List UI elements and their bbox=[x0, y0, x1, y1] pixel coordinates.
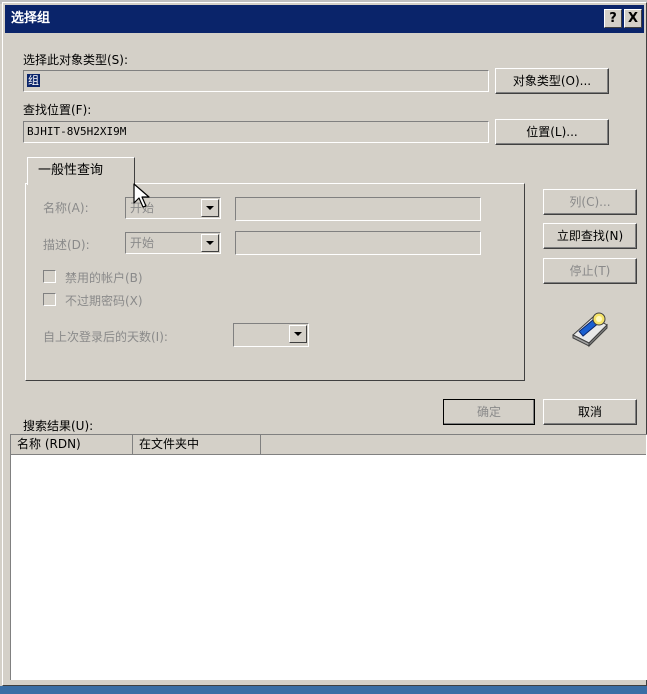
columns-button[interactable]: 列(C)... bbox=[543, 189, 637, 215]
tab-common-queries[interactable]: 一般性查询 bbox=[27, 157, 135, 185]
search-flashlight-icon bbox=[572, 312, 608, 348]
locations-button[interactable]: 位置(L)... bbox=[495, 119, 609, 145]
days-since-logon-label: 自上次登录后的天数(I): bbox=[43, 330, 168, 344]
desktop-strip bbox=[0, 686, 647, 694]
description-label: 描述(D): bbox=[43, 238, 90, 252]
disabled-accounts-label: 禁用的帐户(B) bbox=[65, 271, 143, 285]
non-expiring-password-label: 不过期密码(X) bbox=[65, 294, 143, 308]
chevron-down-icon bbox=[201, 234, 219, 252]
object-type-value: 组 bbox=[27, 74, 40, 87]
object-type-field: 组 bbox=[23, 70, 489, 92]
description-mode-value: 开始 bbox=[130, 236, 155, 250]
location-field: BJHIT-8V5H2XI9M bbox=[23, 121, 489, 143]
chevron-down-icon bbox=[201, 199, 219, 217]
column-header-filler bbox=[261, 435, 646, 455]
search-results-label: 搜索结果(U): bbox=[23, 419, 94, 433]
stop-button[interactable]: 停止(T) bbox=[543, 258, 637, 284]
location-label: 查找位置(F): bbox=[23, 103, 92, 117]
help-button[interactable]: ? bbox=[604, 9, 622, 28]
cancel-button[interactable]: 取消 bbox=[543, 399, 637, 425]
find-now-button[interactable]: 立即查找(N) bbox=[543, 223, 637, 249]
disabled-accounts-checkbox[interactable] bbox=[43, 270, 56, 283]
ok-button[interactable]: 确定 bbox=[443, 399, 535, 425]
description-input[interactable] bbox=[235, 231, 481, 255]
object-type-label: 选择此对象类型(S): bbox=[23, 53, 129, 67]
non-expiring-password-checkbox[interactable] bbox=[43, 293, 56, 306]
description-mode-select[interactable]: 开始 bbox=[125, 232, 221, 254]
chevron-down-icon bbox=[289, 325, 307, 343]
search-results-list[interactable]: 名称 (RDN) 在文件夹中 bbox=[10, 434, 647, 680]
mouse-cursor-icon bbox=[133, 183, 150, 208]
column-header-folder[interactable]: 在文件夹中 bbox=[133, 435, 261, 455]
dialog-title: 选择组 bbox=[11, 11, 51, 26]
dialog-titlebar: 选择组 ? X bbox=[5, 5, 644, 33]
name-input[interactable] bbox=[235, 197, 481, 221]
days-since-logon-select[interactable] bbox=[233, 323, 309, 347]
name-label: 名称(A): bbox=[43, 201, 89, 215]
column-header-name[interactable]: 名称 (RDN) bbox=[11, 435, 133, 455]
object-types-button[interactable]: 对象类型(O)... bbox=[495, 68, 609, 94]
close-button[interactable]: X bbox=[624, 9, 642, 28]
